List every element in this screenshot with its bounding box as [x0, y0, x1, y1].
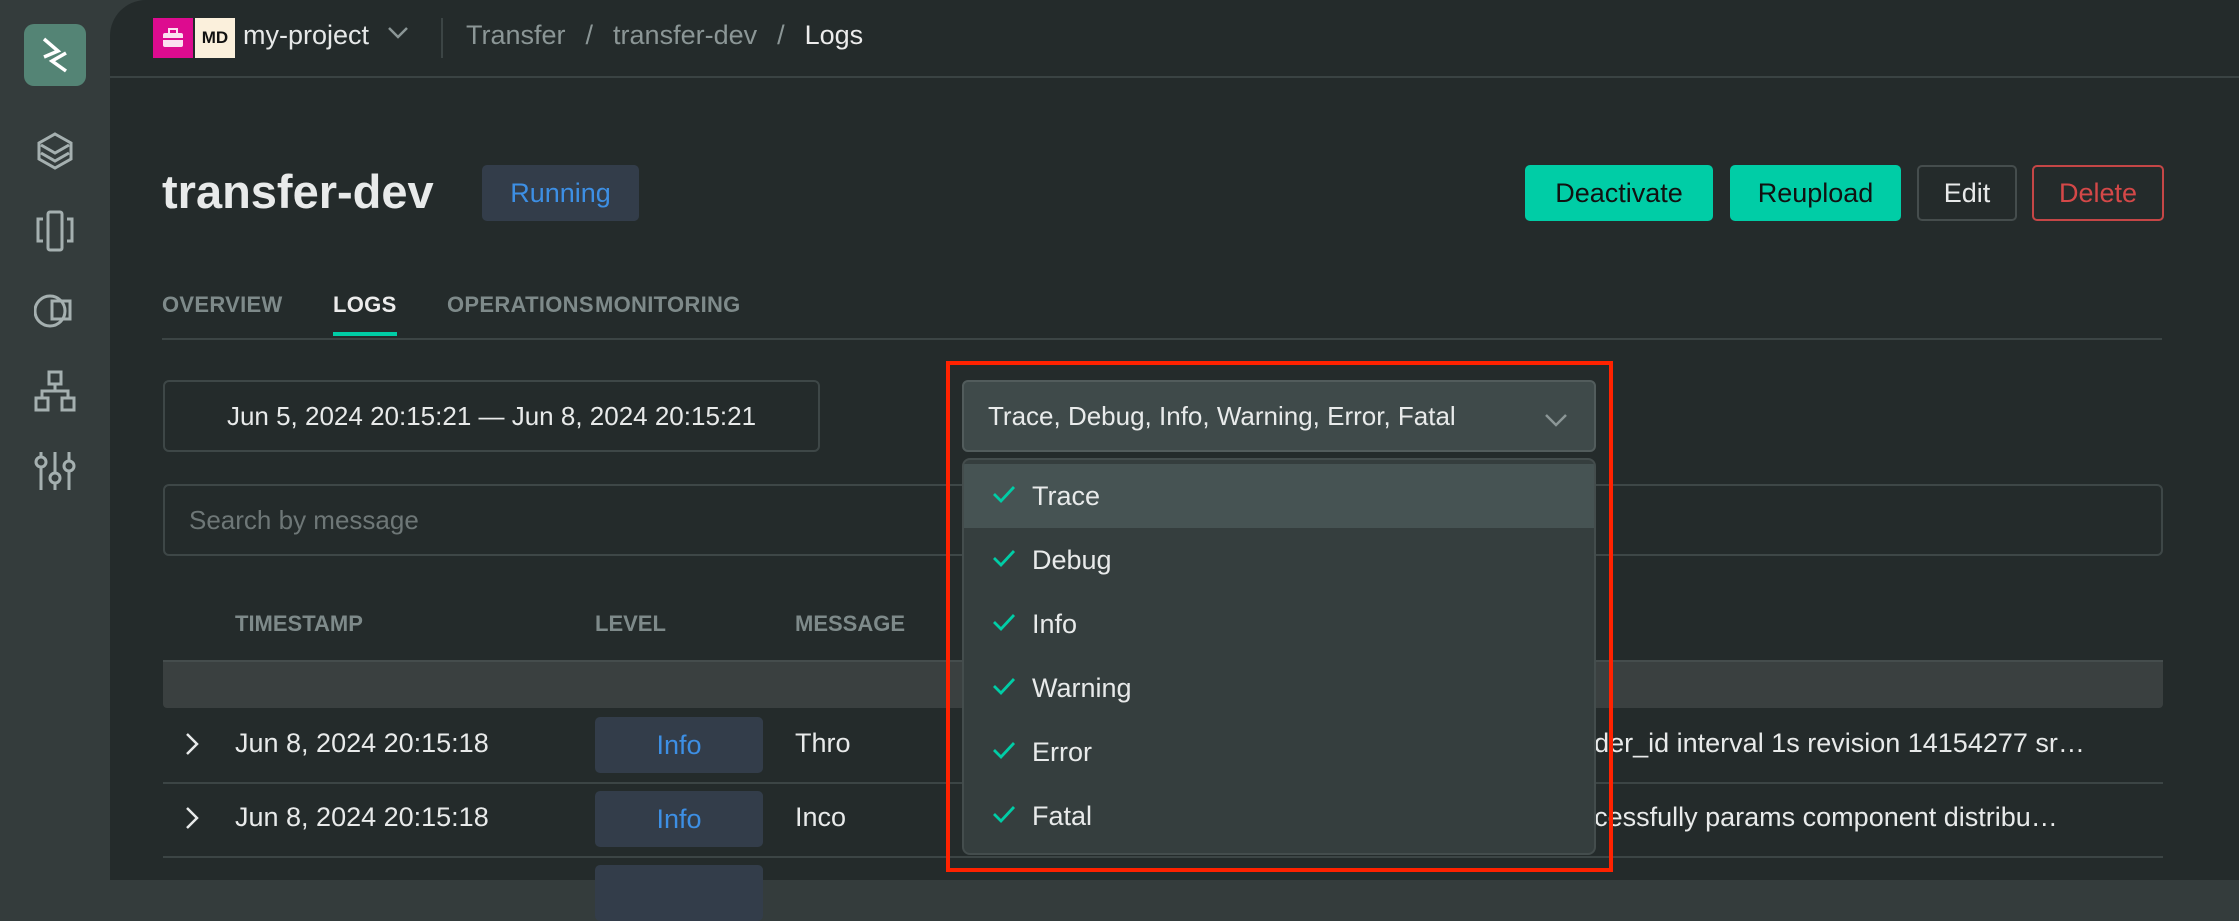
breadcrumb-separator: / [777, 20, 785, 50]
transfer-icon[interactable] [32, 208, 78, 254]
logo-icon[interactable] [24, 24, 86, 86]
tab-operations[interactable]: OPERATIONS [447, 292, 594, 332]
deactivate-button[interactable]: Deactivate [1525, 165, 1713, 221]
row-timestamp: Jun 8, 2024 20:15:18 [235, 802, 489, 832]
level-option-error[interactable]: Error [964, 720, 1594, 784]
level-option-label: Error [1032, 736, 1092, 767]
delete-button[interactable]: Delete [2032, 165, 2164, 221]
check-icon [992, 548, 1016, 573]
edit-button[interactable]: Edit [1917, 165, 2017, 221]
chevron-down-icon[interactable] [1544, 404, 1568, 435]
page-title: transfer-dev [162, 165, 434, 218]
level-badge: Info [595, 791, 763, 847]
status-badge: Running [482, 165, 639, 221]
level-option-trace[interactable]: Trace [964, 464, 1594, 528]
level-badge: Info [595, 717, 763, 773]
tab-overview[interactable]: OVERVIEW [162, 292, 283, 332]
hierarchy-icon[interactable] [32, 368, 78, 414]
briefcase-icon[interactable] [153, 18, 193, 58]
chevron-right-icon[interactable] [185, 806, 199, 835]
row-message-start: Inco [795, 802, 847, 832]
date-range-picker[interactable]: Jun 5, 2024 20:15:21 — Jun 8, 2024 20:15… [163, 380, 820, 452]
column-header-timestamp: TIMESTAMP [235, 611, 363, 636]
project-avatar[interactable]: MD [195, 18, 235, 58]
chevron-right-icon[interactable] [185, 732, 199, 761]
level-option-fatal[interactable]: Fatal [964, 784, 1594, 848]
breadcrumb-item-logs: Logs [804, 20, 864, 50]
check-icon [992, 484, 1016, 509]
level-filter-select[interactable]: Trace, Debug, Info, Warning, Error, Fata… [962, 380, 1596, 452]
level-option-label: Info [1032, 608, 1078, 639]
breadcrumb-item-transfer[interactable]: Transfer [466, 20, 566, 51]
row-timestamp: Jun 8, 2024 20:15:18 [235, 728, 489, 758]
tab-logs[interactable]: LOGS [333, 292, 397, 336]
divider [441, 18, 443, 58]
sliders-icon[interactable] [32, 448, 78, 494]
database-icon[interactable] [32, 288, 78, 334]
topbar: MD my-project Transfer / transfer-dev / … [110, 0, 2239, 78]
column-header-message: MESSAGE [795, 611, 906, 636]
sidebar [0, 0, 110, 880]
level-option-label: Debug [1032, 544, 1112, 575]
level-option-debug[interactable]: Debug [964, 528, 1594, 592]
level-option-label: Warning [1032, 672, 1132, 703]
breadcrumb: Transfer / transfer-dev / Logs [466, 20, 863, 51]
level-option-info[interactable]: Info [964, 592, 1594, 656]
level-option-label: Fatal [1032, 800, 1093, 831]
layers-icon[interactable] [32, 128, 78, 174]
level-filter-dropdown: Trace Debug Info Warning Error Fatal [962, 458, 1596, 855]
project-selector[interactable]: my-project [243, 20, 369, 51]
tab-bar: OVERVIEW LOGS OPERATIONS MONITORING [162, 290, 2162, 340]
table-row[interactable] [163, 858, 2163, 921]
column-header-level: LEVEL [595, 611, 666, 636]
level-filter-value: Trace, Debug, Info, Warning, Error, Fata… [988, 400, 1456, 431]
reupload-button[interactable]: Reupload [1730, 165, 1901, 221]
breadcrumb-item-transfer-dev[interactable]: transfer-dev [613, 20, 757, 51]
main-panel: MD my-project Transfer / transfer-dev / … [110, 0, 2239, 921]
check-icon [992, 612, 1016, 637]
check-icon [992, 804, 1016, 829]
level-option-label: Trace [1032, 480, 1101, 511]
check-icon [992, 740, 1016, 765]
level-option-warning[interactable]: Warning [964, 656, 1594, 720]
check-icon [992, 676, 1016, 701]
level-badge [595, 865, 763, 921]
tab-monitoring[interactable]: MONITORING [595, 292, 741, 332]
breadcrumb-separator: / [585, 20, 594, 50]
chevron-down-icon[interactable] [387, 26, 409, 45]
row-message-start: Thro [795, 728, 851, 758]
